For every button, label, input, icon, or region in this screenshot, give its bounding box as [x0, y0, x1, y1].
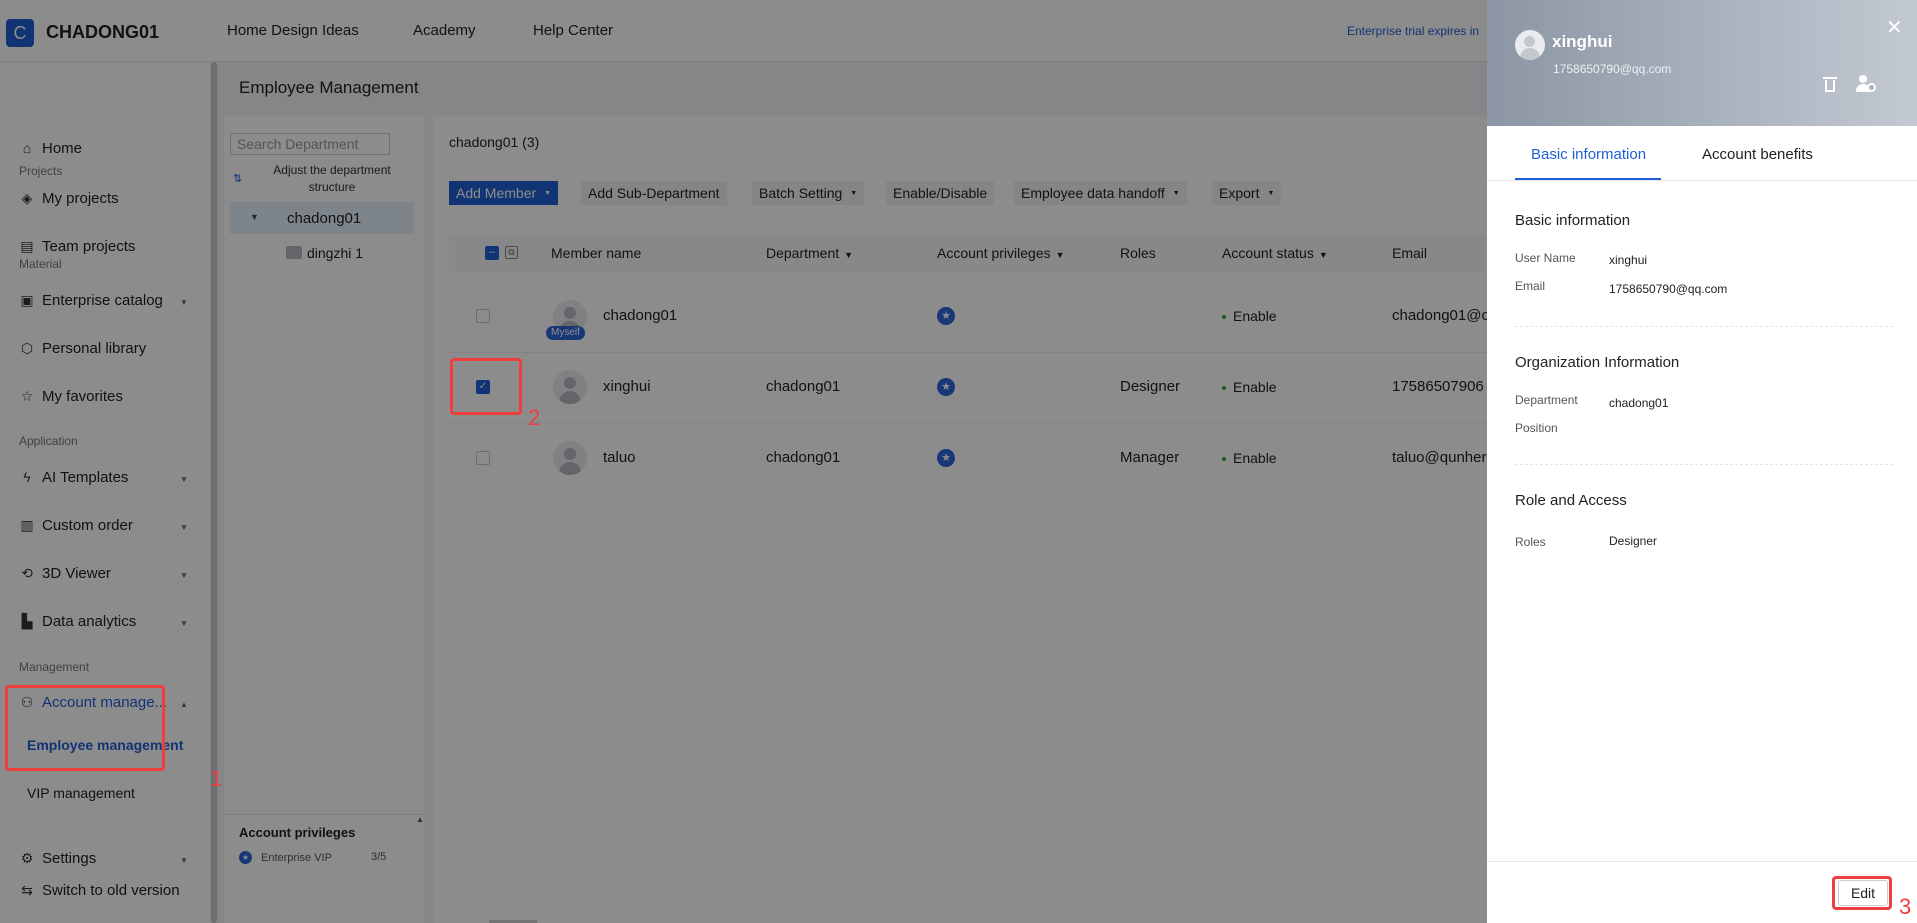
position-label: Position	[1515, 421, 1558, 435]
user-name-value: xinghui	[1609, 253, 1648, 267]
user-settings-icon[interactable]	[1856, 75, 1876, 93]
avatar	[1515, 30, 1545, 60]
section-organization-information: Organization Information	[1515, 354, 1680, 371]
drawer-footer-divider	[1487, 861, 1917, 862]
email-value: 1758650790@qq.com	[1609, 282, 1728, 296]
roles-value: Designer	[1609, 534, 1658, 548]
modal-overlay[interactable]	[0, 0, 1487, 923]
section-basic-information: Basic information	[1515, 212, 1631, 229]
email-label: Email	[1515, 279, 1546, 293]
drawer-member-email: 1758650790@qq.com	[1553, 62, 1672, 76]
drawer-header	[1487, 0, 1917, 126]
annotation-box-3	[1832, 876, 1892, 910]
annotation-number-2: 2	[528, 405, 541, 430]
department-value: chadong01	[1609, 396, 1669, 410]
user-name-label: User Name	[1515, 251, 1576, 265]
annotation-number-3: 3	[1899, 894, 1912, 919]
annotation-number-1: 1	[210, 766, 223, 791]
roles-label: Roles	[1515, 535, 1546, 549]
tab-basic-information[interactable]: Basic information	[1531, 146, 1646, 163]
section-divider	[1515, 464, 1893, 465]
tab-account-benefits[interactable]: Account benefits	[1702, 146, 1813, 163]
drawer-member-name: xinghui	[1552, 32, 1613, 51]
trash-icon[interactable]	[1823, 75, 1837, 93]
annotation-box-2	[450, 358, 522, 415]
member-detail-drawer	[1487, 0, 1917, 923]
app-window: C CHADONG01 Home Design Ideas Academy He…	[0, 0, 1917, 923]
section-role-and-access: Role and Access	[1515, 492, 1627, 509]
annotation-box-1	[5, 685, 165, 771]
tab-divider	[1487, 180, 1917, 181]
section-divider	[1515, 326, 1893, 327]
department-label: Department	[1515, 393, 1578, 407]
close-icon[interactable]: ✕	[1886, 18, 1903, 38]
